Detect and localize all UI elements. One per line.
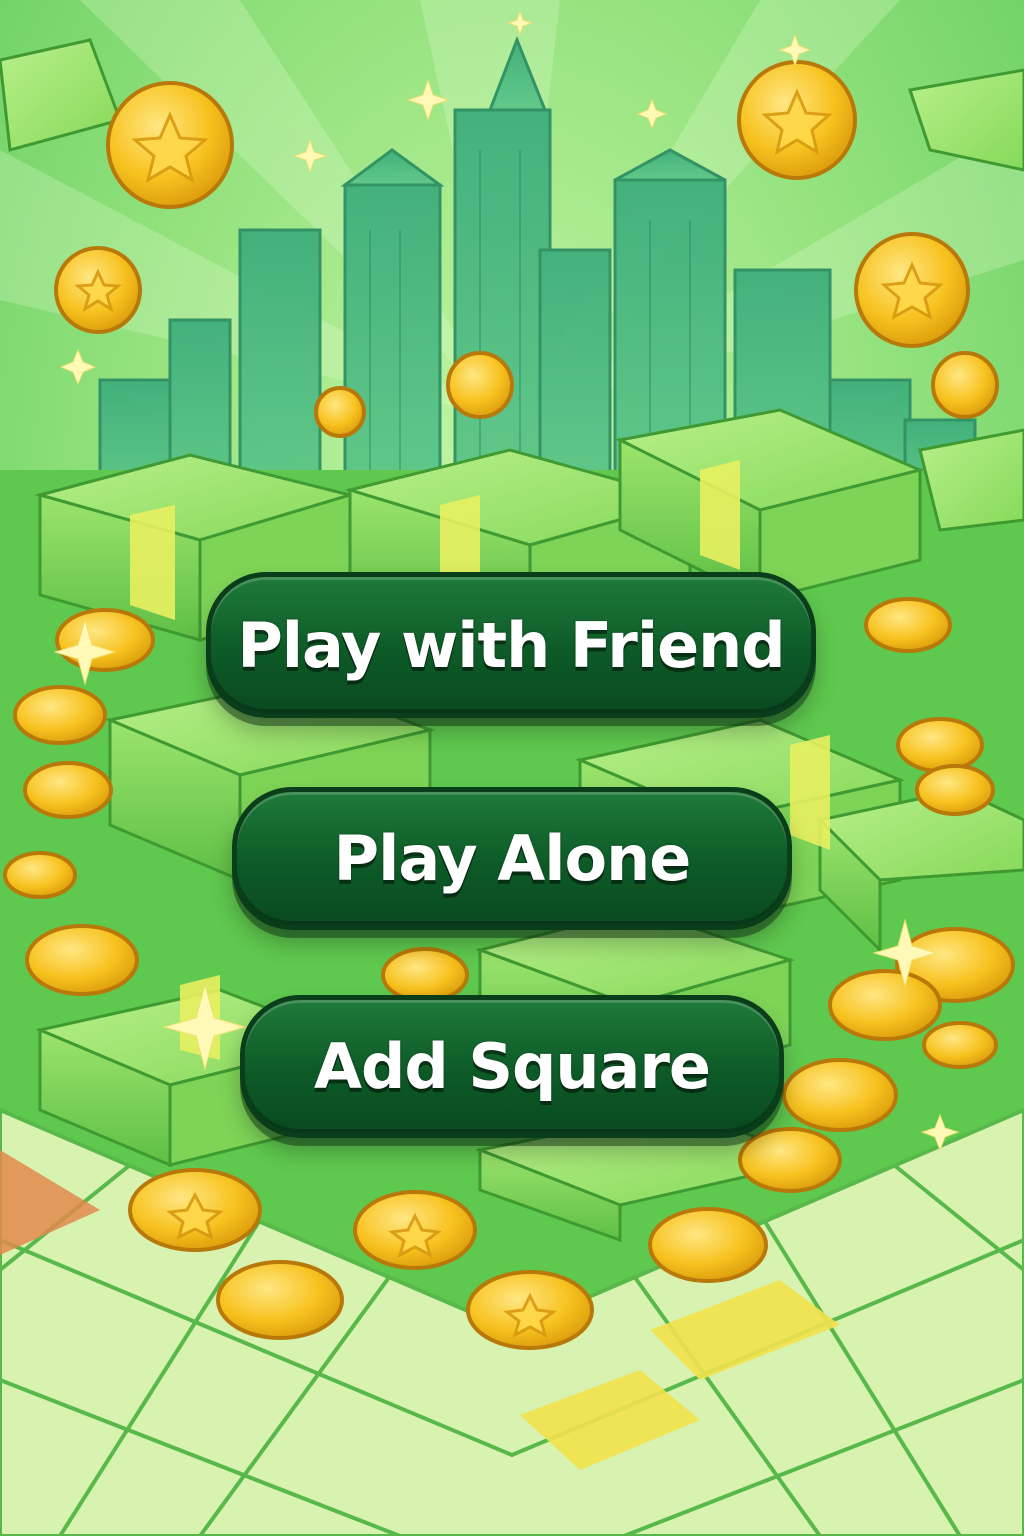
add-square-label: Add Square [314,1030,711,1103]
background-scene [0,0,1024,1536]
play-alone-label: Play Alone [333,822,692,895]
play-alone-button[interactable]: Play Alone [232,787,792,930]
play-with-friend-label: Play with Friend [237,608,785,682]
play-with-friend-button[interactable]: Play with Friend [206,572,816,718]
add-square-button[interactable]: Add Square [240,995,784,1138]
